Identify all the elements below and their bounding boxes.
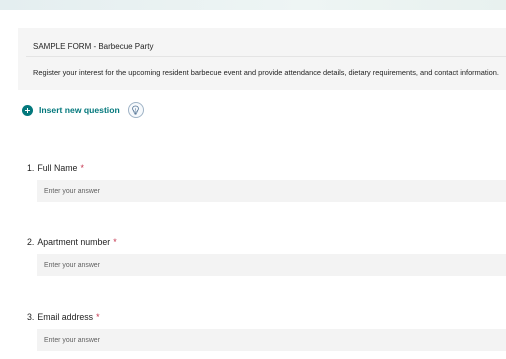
required-asterisk: * (96, 312, 100, 322)
form-description[interactable]: Register your interest for the upcoming … (33, 68, 499, 77)
question-title: Full Name (37, 163, 78, 173)
question-title: Email address (37, 312, 94, 322)
divider (26, 56, 506, 57)
question-title: Apartment number (37, 237, 111, 247)
insert-new-question-button[interactable]: Insert new question (39, 105, 120, 115)
lightbulb-icon (132, 105, 140, 115)
plus-circle-icon[interactable] (22, 104, 33, 116)
full-name-input[interactable] (37, 180, 506, 202)
form-header-card[interactable]: SAMPLE FORM - Barbecue Party Register yo… (18, 28, 506, 90)
copilot-suggest-button[interactable] (127, 102, 144, 118)
question-label: 2. Apartment number * (27, 237, 117, 247)
insert-question-row: Insert new question (22, 101, 144, 119)
question-number: 2. (27, 237, 35, 247)
question-label: 3. Email address * (27, 312, 100, 322)
question-number: 1. (27, 163, 35, 173)
top-banner (0, 0, 506, 10)
required-asterisk: * (113, 237, 117, 247)
question-number: 3. (27, 312, 35, 322)
apartment-number-input[interactable] (37, 254, 506, 276)
form-title[interactable]: SAMPLE FORM - Barbecue Party (33, 42, 153, 51)
email-address-input[interactable] (37, 329, 506, 351)
required-asterisk: * (80, 163, 84, 173)
question-label: 1. Full Name * (27, 163, 84, 173)
